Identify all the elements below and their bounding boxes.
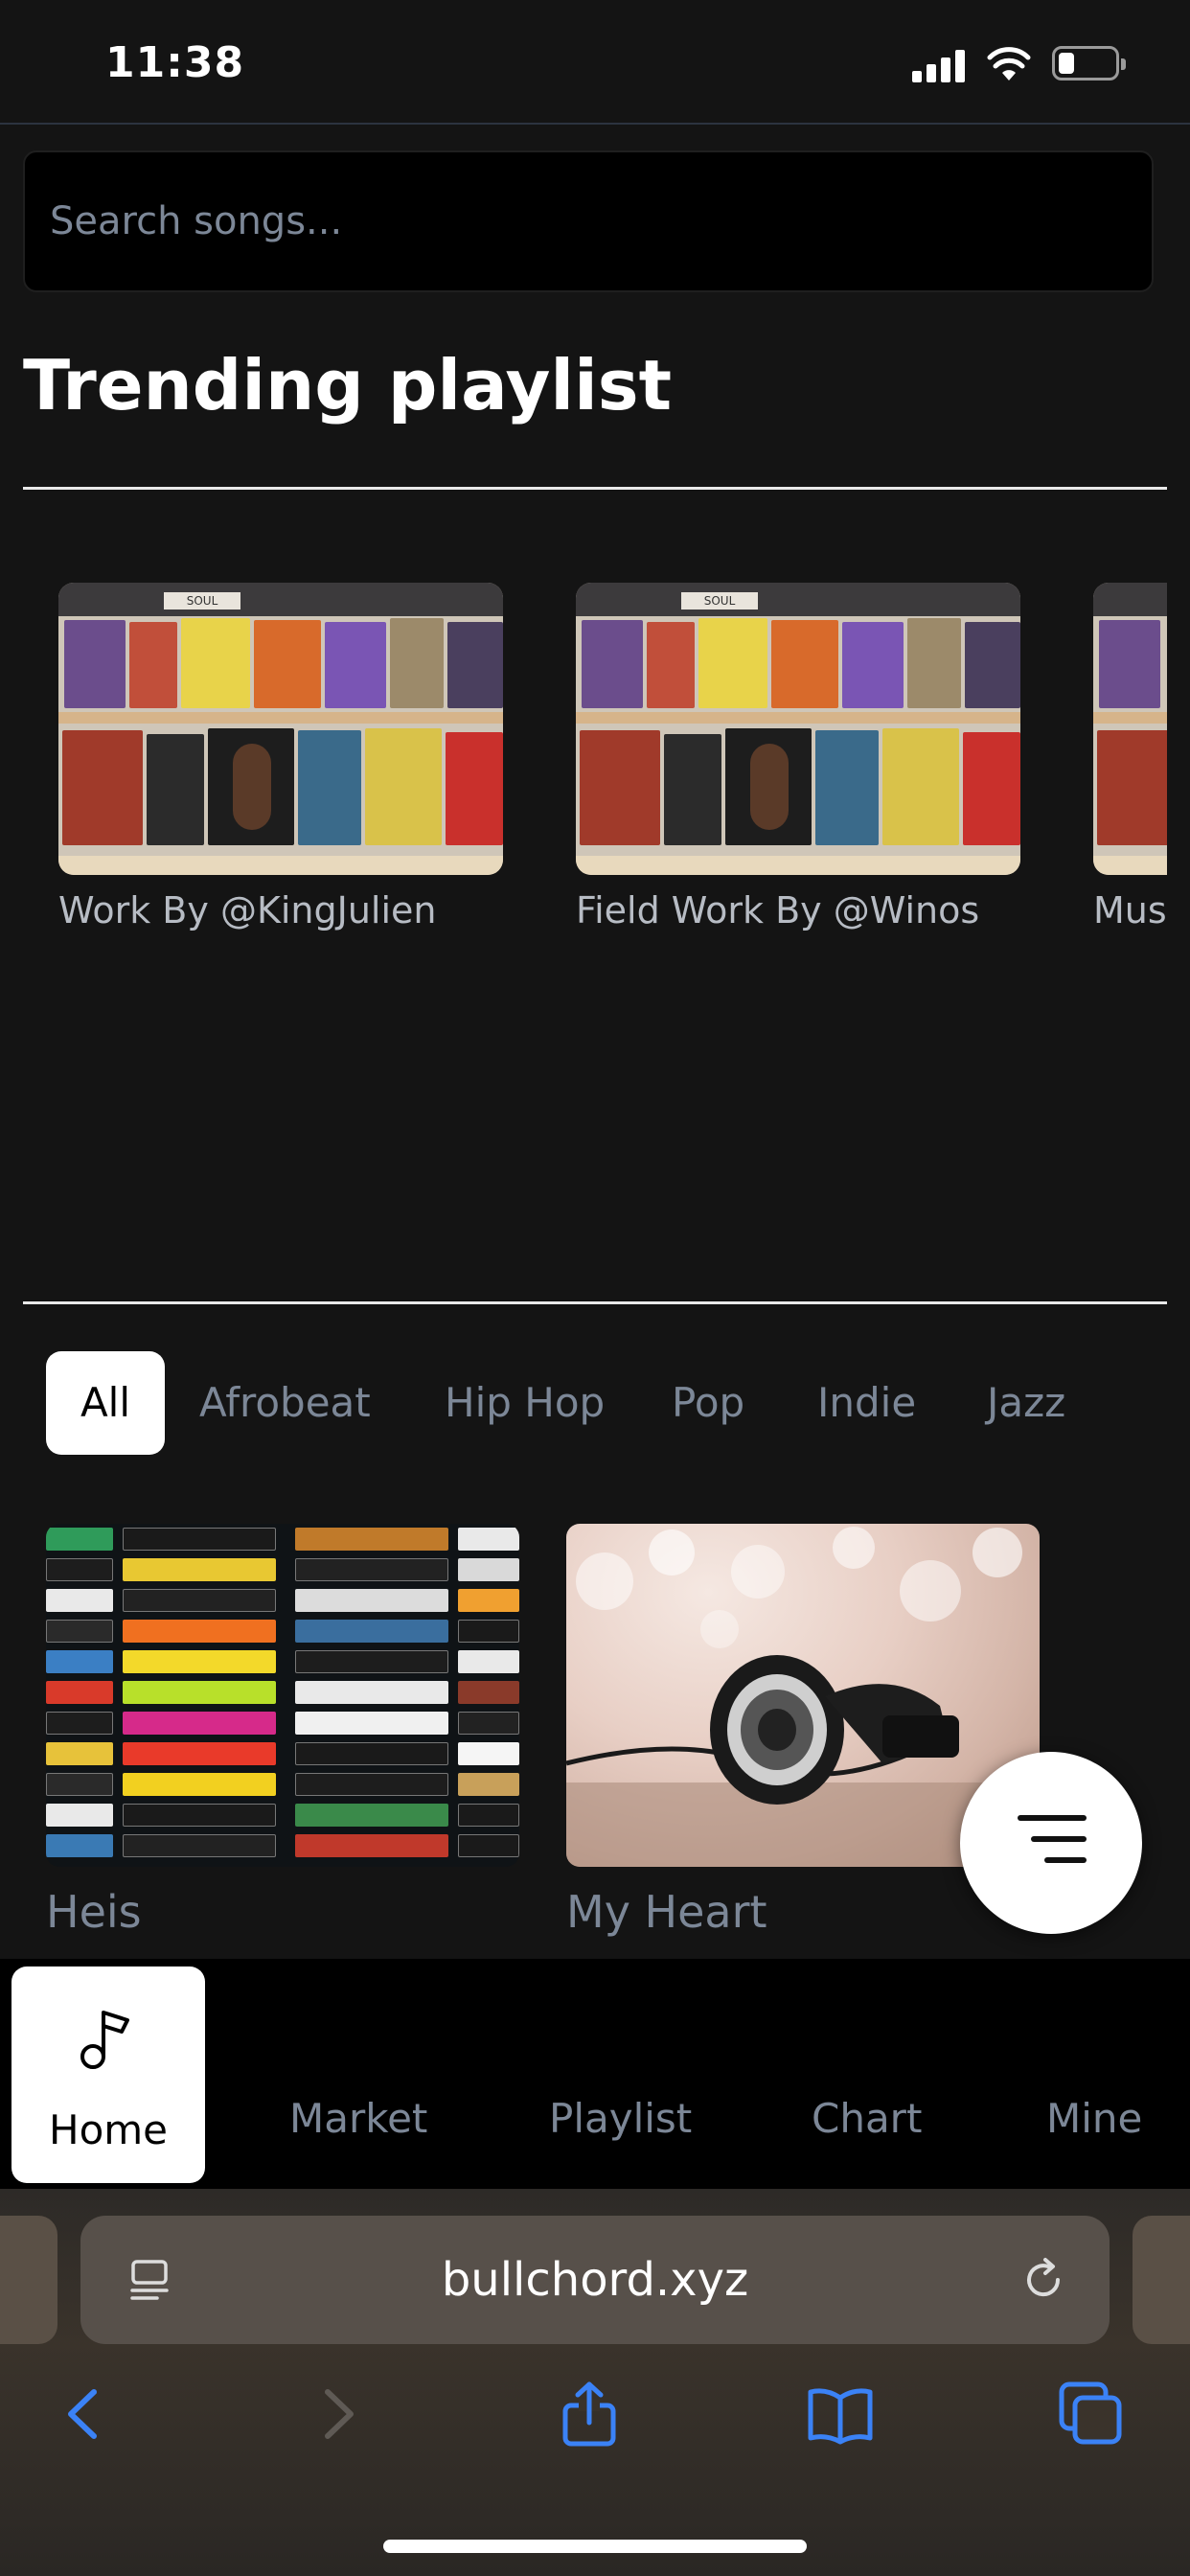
url-text: bullchord.xyz xyxy=(441,2253,749,2307)
previous-tab[interactable] xyxy=(0,2216,57,2344)
playlist-name: Mus xyxy=(1093,889,1167,932)
address-bar[interactable]: bullchord.xyz xyxy=(80,2216,1110,2344)
next-tab[interactable] xyxy=(1133,2216,1190,2344)
nav-market[interactable]: Market xyxy=(289,2095,427,2142)
search-input[interactable] xyxy=(50,152,1123,290)
trending-playlist-title: Trending playlist xyxy=(23,345,673,426)
cassette-tapes-image xyxy=(46,1524,519,1867)
genre-chip-pop[interactable]: Pop xyxy=(672,1351,744,1455)
genre-chip-hip-hop[interactable]: Hip Hop xyxy=(445,1351,605,1455)
status-time: 11:38 xyxy=(105,38,245,87)
record-store-image: SOUL xyxy=(58,583,503,875)
bookmarks-icon[interactable] xyxy=(807,2380,874,2448)
cellular-signal-icon xyxy=(912,50,968,82)
genre-chip-all[interactable]: All xyxy=(46,1351,165,1455)
nav-home-label: Home xyxy=(48,2106,169,2153)
playlist-card[interactable]: SOUL Work By @KingJulien xyxy=(58,583,503,932)
sort-filter-button[interactable] xyxy=(960,1752,1142,1934)
genre-chip-jazz[interactable]: Jazz xyxy=(987,1351,1065,1455)
divider-top xyxy=(23,487,1167,490)
reload-icon[interactable] xyxy=(1019,2256,1067,2304)
record-store-image xyxy=(1093,583,1167,875)
nav-mine[interactable]: Mine xyxy=(1046,2095,1142,2142)
divider-bottom xyxy=(23,1301,1167,1304)
record-store-image: SOUL xyxy=(576,583,1020,875)
nav-home[interactable]: Home xyxy=(11,1966,205,2183)
trending-playlist-carousel: SOUL Work By @KingJulien SOUL Field Work… xyxy=(23,583,1167,947)
music-note-icon xyxy=(80,2011,129,2069)
browser-chrome: bullchord.xyz xyxy=(0,2189,1190,2576)
genre-chip-indie[interactable]: Indie xyxy=(817,1351,916,1455)
tabs-icon[interactable] xyxy=(1058,2380,1125,2448)
genre-chip-afrobeat[interactable]: Afrobeat xyxy=(199,1351,371,1455)
nav-chart[interactable]: Chart xyxy=(812,2095,922,2142)
song-title: My Heart xyxy=(566,1886,767,1938)
bottom-nav: Home Market Playlist Chart Mine xyxy=(0,1959,1190,2189)
status-bar: 11:38 xyxy=(0,0,1190,125)
search-box xyxy=(23,150,1154,292)
playlist-card[interactable]: SOUL Field Work By @Winos xyxy=(576,583,1020,932)
forward-icon[interactable] xyxy=(305,2380,372,2448)
battery-icon xyxy=(1052,46,1126,80)
wifi-icon xyxy=(987,47,1031,80)
playlist-name: Field Work By @Winos xyxy=(576,889,980,932)
back-icon[interactable] xyxy=(50,2380,117,2448)
playlist-name: Work By @KingJulien xyxy=(58,889,437,932)
share-icon[interactable] xyxy=(556,2380,623,2448)
nav-playlist[interactable]: Playlist xyxy=(549,2095,692,2142)
song-title: Heis xyxy=(46,1886,142,1938)
playlist-card[interactable]: Mus xyxy=(1093,583,1167,932)
home-indicator xyxy=(383,2540,807,2553)
song-card[interactable]: Heis xyxy=(46,1524,519,1938)
